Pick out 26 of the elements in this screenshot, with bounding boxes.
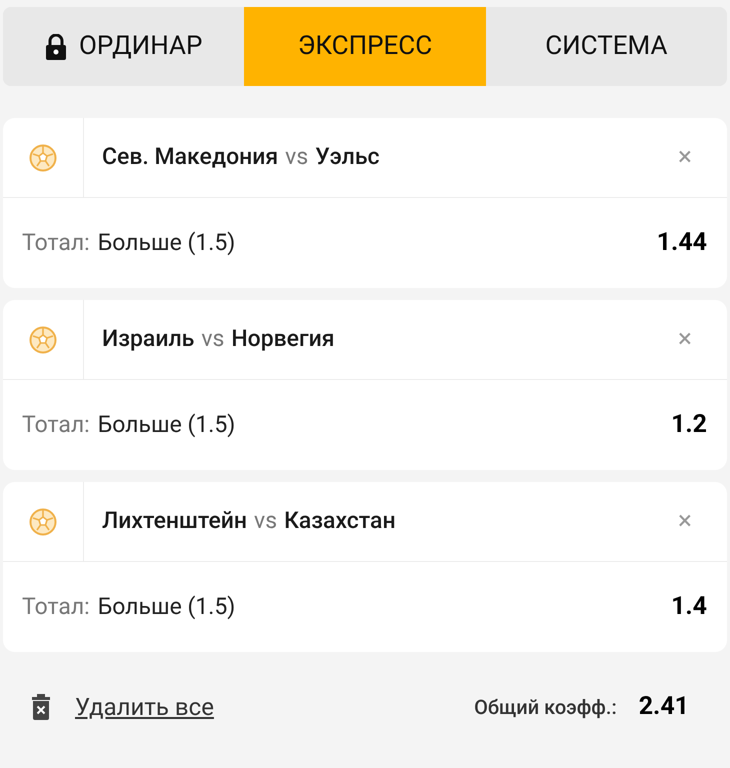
soccer-ball-icon: [29, 508, 57, 536]
selection-label: Больше (1.5): [98, 592, 236, 622]
team-name: Сев. Македония: [102, 142, 278, 172]
market-label: Тотал:: [22, 228, 90, 258]
selection-label: Больше (1.5): [98, 410, 236, 440]
tab[interactable]: ЭКСПРЕСС: [244, 7, 486, 86]
odds-value: 1.44: [656, 227, 707, 260]
delete-all-link[interactable]: Удалить все: [75, 689, 214, 725]
team-name: Казахстан: [284, 506, 396, 536]
odds-value: 1.4: [671, 591, 707, 624]
team-name: Лихтенштейн: [102, 506, 248, 536]
versus-label: vs: [285, 142, 308, 172]
selection-label: Больше (1.5): [98, 228, 236, 258]
total-odds-label: Общий коэфф.:: [474, 694, 617, 721]
soccer-ball-icon: [29, 144, 57, 172]
trash-icon[interactable]: [31, 694, 51, 720]
soccer-ball-icon: [29, 326, 57, 354]
odds-value: 1.2: [671, 409, 707, 442]
team-name: Уэльс: [315, 142, 380, 172]
team-name: Израиль: [102, 324, 194, 354]
team-name: Норвегия: [231, 324, 335, 354]
total-odds-value: 2.41: [638, 691, 689, 724]
versus-label: vs: [201, 324, 224, 354]
market-label: Тотал:: [22, 410, 90, 440]
market-label: Тотал:: [22, 592, 90, 622]
versus-label: vs: [254, 506, 278, 536]
